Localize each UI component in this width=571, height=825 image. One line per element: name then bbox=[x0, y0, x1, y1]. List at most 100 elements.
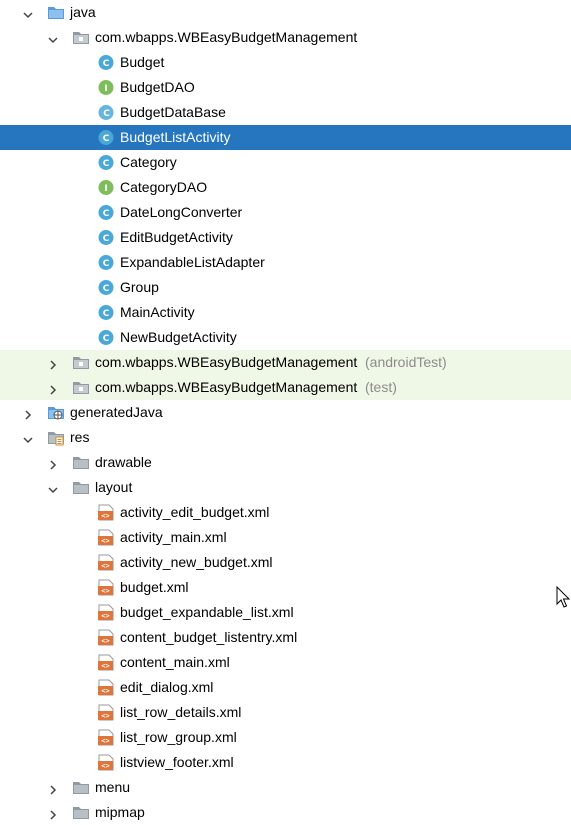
tree-row-activity-main-xml[interactable]: <> activity_main.xml bbox=[0, 525, 571, 550]
svg-text:C: C bbox=[103, 334, 110, 344]
tree-row-content-main-xml[interactable]: <> content_main.xml bbox=[0, 650, 571, 675]
package-folder-icon bbox=[72, 29, 90, 46]
class-icon: C bbox=[97, 129, 115, 146]
folder-icon bbox=[72, 479, 90, 496]
tree-row-activity-edit-budget-xml[interactable]: <> activity_edit_budget.xml bbox=[0, 500, 571, 525]
svg-text:C: C bbox=[103, 309, 110, 319]
tree-row-budgetlistactivity[interactable]: C BudgetListActivity bbox=[0, 125, 571, 150]
tree-row-list-row-details-xml[interactable]: <> list_row_details.xml bbox=[0, 700, 571, 725]
tree-item-label: activity_new_budget.xml bbox=[120, 554, 273, 570]
tree-item-label: BudgetDAO bbox=[120, 79, 195, 95]
tree-row-mainactivity[interactable]: C MainActivity bbox=[0, 300, 571, 325]
tree-row-categorydao[interactable]: I CategoryDAO bbox=[0, 175, 571, 200]
svg-text:C: C bbox=[103, 134, 110, 144]
chevron-right-icon[interactable] bbox=[48, 382, 58, 395]
tree-row-budgetdao[interactable]: I BudgetDAO bbox=[0, 75, 571, 100]
chevron-right-icon[interactable] bbox=[23, 407, 33, 420]
tree-item-label: Budget bbox=[120, 54, 165, 70]
tree-item-label: budget_expandable_list.xml bbox=[120, 604, 294, 620]
svg-text:C: C bbox=[103, 234, 110, 244]
tree-row-com-wbapps-wbeasybudgetmanagement[interactable]: com.wbapps.WBEasyBudgetManagement (test) bbox=[0, 375, 571, 400]
tree-row-newbudgetactivity[interactable]: C NewBudgetActivity bbox=[0, 325, 571, 350]
svg-text:<>: <> bbox=[101, 562, 109, 570]
tree-row-budgetdatabase[interactable]: C BudgetDataBase bbox=[0, 100, 571, 125]
tree-row-generatedjava[interactable]: generatedJava bbox=[0, 400, 571, 425]
tree-row-group[interactable]: C Group bbox=[0, 275, 571, 300]
tree-item-label: edit_dialog.xml bbox=[120, 679, 214, 695]
tree-row-listview-footer-xml[interactable]: <> listview_footer.xml bbox=[0, 750, 571, 775]
tree-row-editbudgetactivity[interactable]: C EditBudgetActivity bbox=[0, 225, 571, 250]
generated-folder-icon bbox=[47, 404, 65, 421]
chevron-down-icon[interactable] bbox=[48, 32, 58, 44]
svg-text:<>: <> bbox=[101, 637, 109, 645]
tree-item-label: content_main.xml bbox=[120, 654, 230, 670]
package-folder-icon bbox=[72, 354, 90, 371]
tree-row-res[interactable]: res bbox=[0, 425, 571, 450]
package-folder-icon bbox=[72, 379, 90, 396]
tree-item-label: com.wbapps.WBEasyBudgetManagement bbox=[95, 29, 358, 45]
folder-icon bbox=[72, 779, 90, 796]
tree-item-label: BudgetListActivity bbox=[120, 129, 231, 145]
tree-row-java[interactable]: java bbox=[0, 0, 571, 25]
tree-item-label: ExpandableListAdapter bbox=[120, 254, 265, 270]
tree-row-datelongconverter[interactable]: C DateLongConverter bbox=[0, 200, 571, 225]
svg-text:<>: <> bbox=[101, 537, 109, 545]
tree-item-suffix: (test) bbox=[365, 379, 397, 395]
xml-file-icon: <> bbox=[97, 629, 115, 646]
tree-row-com-wbapps-wbeasybudgetmanagement[interactable]: com.wbapps.WBEasyBudgetManagement bbox=[0, 25, 571, 50]
tree-row-activity-new-budget-xml[interactable]: <> activity_new_budget.xml bbox=[0, 550, 571, 575]
tree-row-category[interactable]: C Category bbox=[0, 150, 571, 175]
tree-row-edit-dialog-xml[interactable]: <> edit_dialog.xml bbox=[0, 675, 571, 700]
tree-row-budget[interactable]: C Budget bbox=[0, 50, 571, 75]
class-icon: C bbox=[97, 229, 115, 246]
tree-item-label: drawable bbox=[95, 454, 152, 470]
tree-row-drawable[interactable]: drawable bbox=[0, 450, 571, 475]
chevron-down-icon[interactable] bbox=[48, 482, 58, 494]
svg-text:<>: <> bbox=[101, 587, 109, 595]
xml-file-icon: <> bbox=[97, 554, 115, 571]
tree-row-expandablelistadapter[interactable]: C ExpandableListAdapter bbox=[0, 250, 571, 275]
chevron-right-icon[interactable] bbox=[48, 807, 58, 820]
project-tree: java com.wbapps.WBEasyBudgetManagement C Bu… bbox=[0, 0, 571, 825]
chevron-right-icon[interactable] bbox=[48, 782, 58, 795]
svg-text:I: I bbox=[104, 184, 107, 194]
class-icon: C bbox=[97, 204, 115, 221]
xml-file-icon: <> bbox=[97, 679, 115, 696]
tree-item-label: list_row_group.xml bbox=[120, 729, 237, 745]
tree-item-label: budget.xml bbox=[120, 579, 189, 595]
tree-item-label: EditBudgetActivity bbox=[120, 229, 233, 245]
svg-text:<>: <> bbox=[101, 612, 109, 620]
chevron-right-icon[interactable] bbox=[48, 357, 58, 370]
xml-file-icon: <> bbox=[97, 729, 115, 746]
class-icon: C bbox=[97, 54, 115, 71]
folder-blue-icon bbox=[47, 4, 65, 21]
tree-item-label: Category bbox=[120, 154, 177, 170]
tree-item-label: BudgetDataBase bbox=[120, 104, 226, 120]
tree-item-label: listview_footer.xml bbox=[120, 754, 234, 770]
tree-row-com-wbapps-wbeasybudgetmanagement[interactable]: com.wbapps.WBEasyBudgetManagement (andro… bbox=[0, 350, 571, 375]
class-icon: C bbox=[97, 254, 115, 271]
chevron-right-icon[interactable] bbox=[48, 457, 58, 470]
tree-row-mipmap[interactable]: mipmap bbox=[0, 800, 571, 825]
chevron-down-icon[interactable] bbox=[23, 432, 33, 444]
tree-item-label: activity_main.xml bbox=[120, 529, 227, 545]
tree-row-content-budget-listentry-xml[interactable]: <> content_budget_listentry.xml bbox=[0, 625, 571, 650]
mouse-pointer-icon bbox=[556, 586, 571, 608]
tree-item-label: MainActivity bbox=[120, 304, 195, 320]
tree-row-budget-xml[interactable]: <> budget.xml bbox=[0, 575, 571, 600]
tree-item-label: Group bbox=[120, 279, 159, 295]
tree-item-label: java bbox=[70, 4, 96, 20]
tree-item-label: menu bbox=[95, 779, 131, 795]
tree-row-budget-expandable-list-xml[interactable]: <> budget_expandable_list.xml bbox=[0, 600, 571, 625]
svg-text:I: I bbox=[104, 84, 107, 94]
tree-item-label: list_row_details.xml bbox=[120, 704, 242, 720]
xml-file-icon: <> bbox=[97, 654, 115, 671]
tree-item-label: mipmap bbox=[95, 804, 145, 820]
tree-row-list-row-group-xml[interactable]: <> list_row_group.xml bbox=[0, 725, 571, 750]
chevron-down-icon[interactable] bbox=[23, 7, 33, 19]
svg-text:C: C bbox=[103, 284, 110, 294]
tree-row-layout[interactable]: layout bbox=[0, 475, 571, 500]
abstract-class-icon: C bbox=[96, 104, 115, 121]
tree-row-menu[interactable]: menu bbox=[0, 775, 571, 800]
svg-text:C: C bbox=[103, 159, 110, 169]
